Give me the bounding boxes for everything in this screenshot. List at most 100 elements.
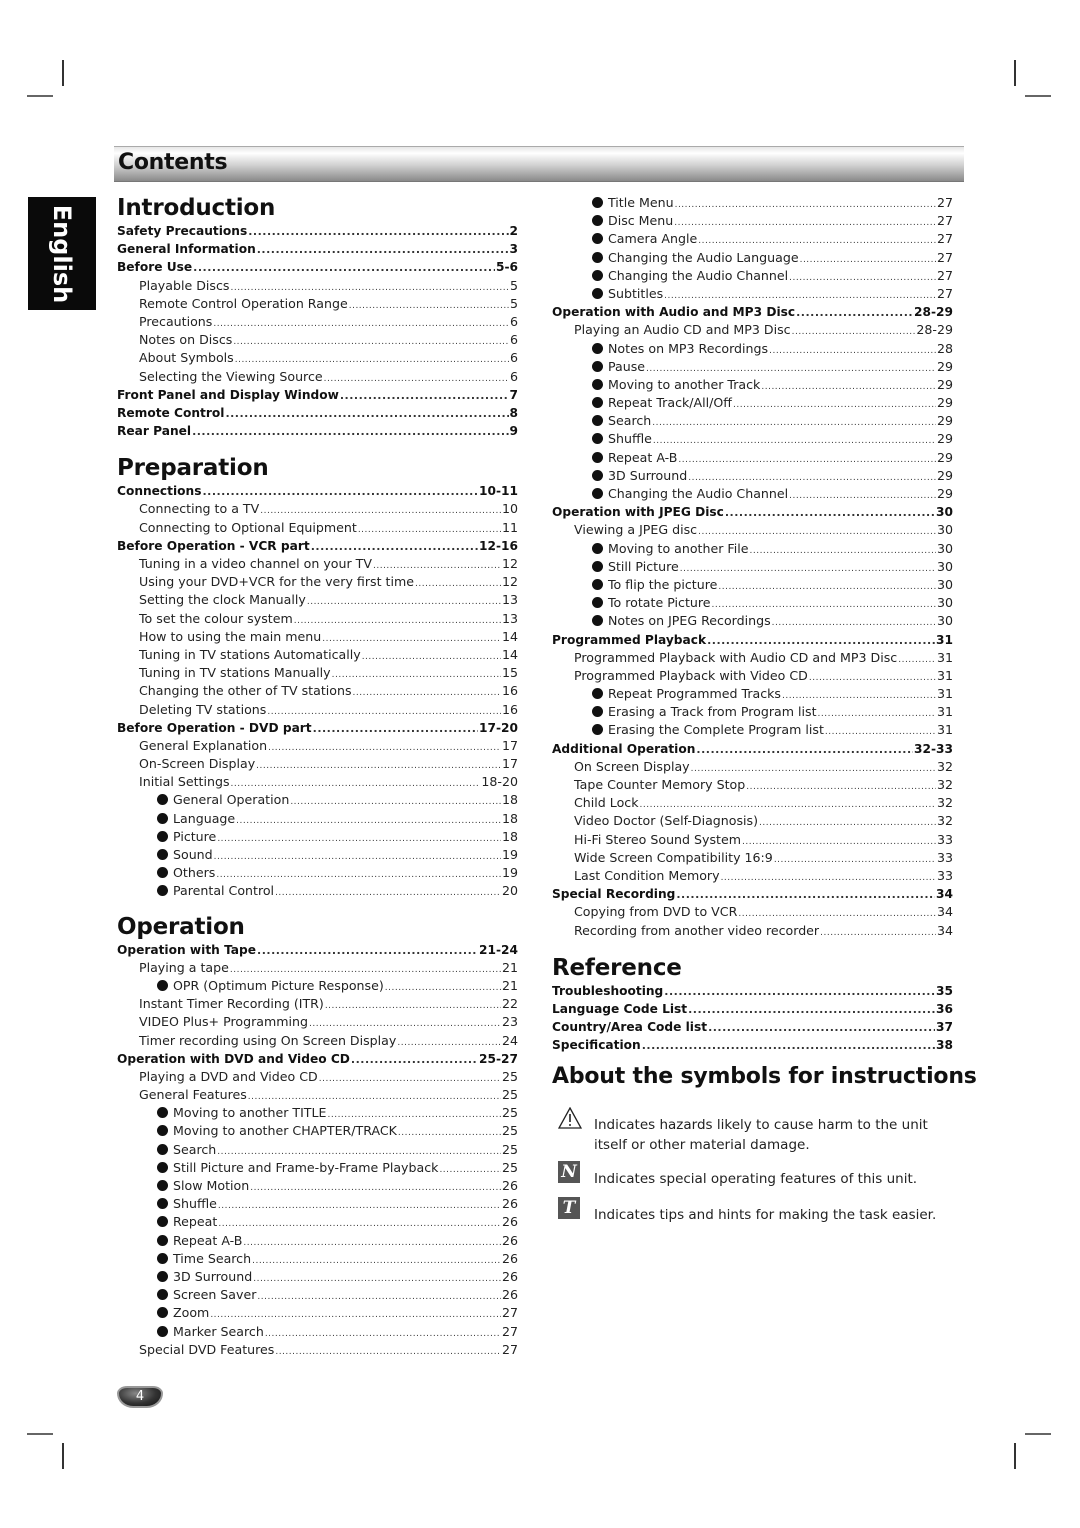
toc-entry[interactable]: Notes on JPEG Recordings 30 [552,612,953,630]
toc-entry[interactable]: Parental Control 20 [117,882,518,900]
toc-entry[interactable]: Search 29 [552,412,953,430]
toc-entry[interactable]: Repeat 26 [117,1213,518,1231]
toc-entry[interactable]: Changing the Audio Language 27 [552,249,953,267]
toc-entry[interactable]: Notes on Discs 6 [117,331,518,349]
toc-entry[interactable]: Connecting to a TV 10 [117,500,518,518]
toc-chapter-entry[interactable]: Operation with DVD and Video CD 25-27 [117,1050,518,1068]
toc-chapter-entry[interactable]: Operation with Audio and MP3 Disc 28-29 [552,303,953,321]
toc-entry[interactable]: How to using the main menu 14 [117,628,518,646]
toc-entry[interactable]: Search 25 [117,1141,518,1159]
toc-entry[interactable]: 3D Surround 26 [117,1268,518,1286]
toc-entry[interactable]: Time Search 26 [117,1250,518,1268]
toc-entry[interactable]: Setting the clock Manually 13 [117,591,518,609]
toc-entry[interactable]: Recording from another video recorder 34 [552,922,953,940]
toc-entry[interactable]: Shuffle 29 [552,430,953,448]
toc-entry[interactable]: Viewing a JPEG disc 30 [552,521,953,539]
toc-entry[interactable]: Others 19 [117,864,518,882]
toc-entry[interactable]: OPR (Optimum Picture Response) 21 [117,977,518,995]
toc-entry[interactable]: Tuning in TV stations Manually 15 [117,664,518,682]
toc-entry[interactable]: General Features 25 [117,1086,518,1104]
toc-entry[interactable]: Last Condition Memory 33 [552,867,953,885]
toc-entry[interactable]: Timer recording using On Screen Display 2… [117,1032,518,1050]
toc-chapter-entry[interactable]: Safety Precautions 2 [117,222,518,240]
toc-entry[interactable]: Moving to another TITLE 25 [117,1104,518,1122]
toc-entry[interactable]: Repeat Programmed Tracks 31 [552,685,953,703]
toc-entry[interactable]: Precautions 6 [117,313,518,331]
toc-entry[interactable]: Sound 19 [117,846,518,864]
toc-entry[interactable]: Playable Discs 5 [117,277,518,295]
toc-entry[interactable]: Special DVD Features 27 [117,1341,518,1359]
toc-entry[interactable]: Notes on MP3 Recordings 28 [552,340,953,358]
toc-entry[interactable]: Using your DVD+VCR for the very first ti… [117,573,518,591]
toc-entry[interactable]: Changing the other of TV stations 16 [117,682,518,700]
toc-entry[interactable]: Moving to another CHAPTER/TRACK 25 [117,1122,518,1140]
toc-chapter-entry[interactable]: General Information 3 [117,240,518,258]
toc-entry[interactable]: Still Picture and Frame-by-Frame Playbac… [117,1159,518,1177]
toc-chapter-entry[interactable]: Connections 10-11 [117,482,518,500]
toc-entry[interactable]: On-Screen Display 17 [117,755,518,773]
toc-chapter-entry[interactable]: Before Operation - DVD part 17-20 [117,719,518,737]
toc-entry[interactable]: Connecting to Optional Equipment 11 [117,519,518,537]
toc-entry[interactable]: Programmed Playback with Audio CD and MP… [552,649,953,667]
toc-chapter-entry[interactable]: Programmed Playback 31 [552,631,953,649]
toc-entry[interactable]: Initial Settings 18-20 [117,773,518,791]
toc-entry[interactable]: Subtitles 27 [552,285,953,303]
toc-entry[interactable]: About Symbols 6 [117,349,518,367]
toc-chapter-entry[interactable]: Additional Operation 32-33 [552,740,953,758]
toc-entry[interactable]: Moving to another File 30 [552,540,953,558]
toc-entry[interactable]: To set the colour system 13 [117,610,518,628]
toc-chapter-entry[interactable]: Operation with JPEG Disc 30 [552,503,953,521]
toc-entry[interactable]: Zoom 27 [117,1304,518,1322]
toc-entry[interactable]: Playing a tape 21 [117,959,518,977]
toc-entry[interactable]: Playing a DVD and Video CD 25 [117,1068,518,1086]
toc-entry[interactable]: General Explanation 17 [117,737,518,755]
toc-entry[interactable]: Moving to another Track 29 [552,376,953,394]
toc-entry[interactable]: Repeat Track/All/Off 29 [552,394,953,412]
toc-entry[interactable]: Title Menu 27 [552,194,953,212]
toc-entry[interactable]: Picture 18 [117,828,518,846]
toc-entry[interactable]: On Screen Display 32 [552,758,953,776]
toc-entry[interactable]: Programmed Playback with Video CD 31 [552,667,953,685]
toc-entry[interactable]: General Operation 18 [117,791,518,809]
toc-entry[interactable]: Selecting the Viewing Source 6 [117,368,518,386]
toc-entry[interactable]: To rotate Picture 30 [552,594,953,612]
toc-chapter-entry[interactable]: Front Panel and Display Window 7 [117,386,518,404]
toc-entry[interactable]: Repeat A-B 26 [117,1232,518,1250]
toc-chapter-entry[interactable]: Before Operation - VCR part 12-16 [117,537,518,555]
toc-entry[interactable]: Disc Menu 27 [552,212,953,230]
toc-entry[interactable]: Child Lock 32 [552,794,953,812]
toc-chapter-entry[interactable]: Language Code List 36 [552,1000,953,1018]
toc-entry[interactable]: 3D Surround 29 [552,467,953,485]
toc-entry[interactable]: To flip the picture 30 [552,576,953,594]
toc-chapter-entry[interactable]: Special Recording 34 [552,885,953,903]
toc-entry[interactable]: Instant Timer Recording (ITR) 22 [117,995,518,1013]
toc-entry[interactable]: Erasing a Track from Program list 31 [552,703,953,721]
toc-entry[interactable]: Screen Saver 26 [117,1286,518,1304]
toc-chapter-entry[interactable]: Operation with Tape 21-24 [117,941,518,959]
toc-chapter-entry[interactable]: Troubleshooting 35 [552,982,953,1000]
toc-entry[interactable]: Tuning in a video channel on your TV 12 [117,555,518,573]
toc-entry[interactable]: Tape Counter Memory Stop 32 [552,776,953,794]
toc-entry[interactable]: Shuffle 26 [117,1195,518,1213]
toc-entry[interactable]: Erasing the Complete Program list 31 [552,721,953,739]
toc-entry[interactable]: Marker Search 27 [117,1323,518,1341]
toc-entry[interactable]: Video Doctor (Self-Diagnosis) 32 [552,812,953,830]
toc-entry[interactable]: Slow Motion 26 [117,1177,518,1195]
toc-chapter-entry[interactable]: Country/Area Code list 37 [552,1018,953,1036]
toc-entry[interactable]: Deleting TV stations 16 [117,701,518,719]
toc-entry[interactable]: Language 18 [117,810,518,828]
toc-entry[interactable]: Pause 29 [552,358,953,376]
toc-entry[interactable]: Wide Screen Compatibility 16:9 33 [552,849,953,867]
toc-entry[interactable]: Still Picture 30 [552,558,953,576]
toc-chapter-entry[interactable]: Specification 38 [552,1036,953,1054]
toc-entry[interactable]: Copying from DVD to VCR 34 [552,903,953,921]
toc-entry[interactable]: Remote Control Operation Range 5 [117,295,518,313]
toc-chapter-entry[interactable]: Remote Control 8 [117,404,518,422]
toc-entry[interactable]: Changing the Audio Channel 27 [552,267,953,285]
toc-entry[interactable]: Camera Angle 27 [552,230,953,248]
toc-entry[interactable]: Hi-Fi Stereo Sound System 33 [552,831,953,849]
toc-chapter-entry[interactable]: Rear Panel 9 [117,422,518,440]
toc-entry[interactable]: Repeat A-B 29 [552,449,953,467]
toc-entry[interactable]: Changing the Audio Channel 29 [552,485,953,503]
toc-chapter-entry[interactable]: Before Use 5-6 [117,258,518,276]
